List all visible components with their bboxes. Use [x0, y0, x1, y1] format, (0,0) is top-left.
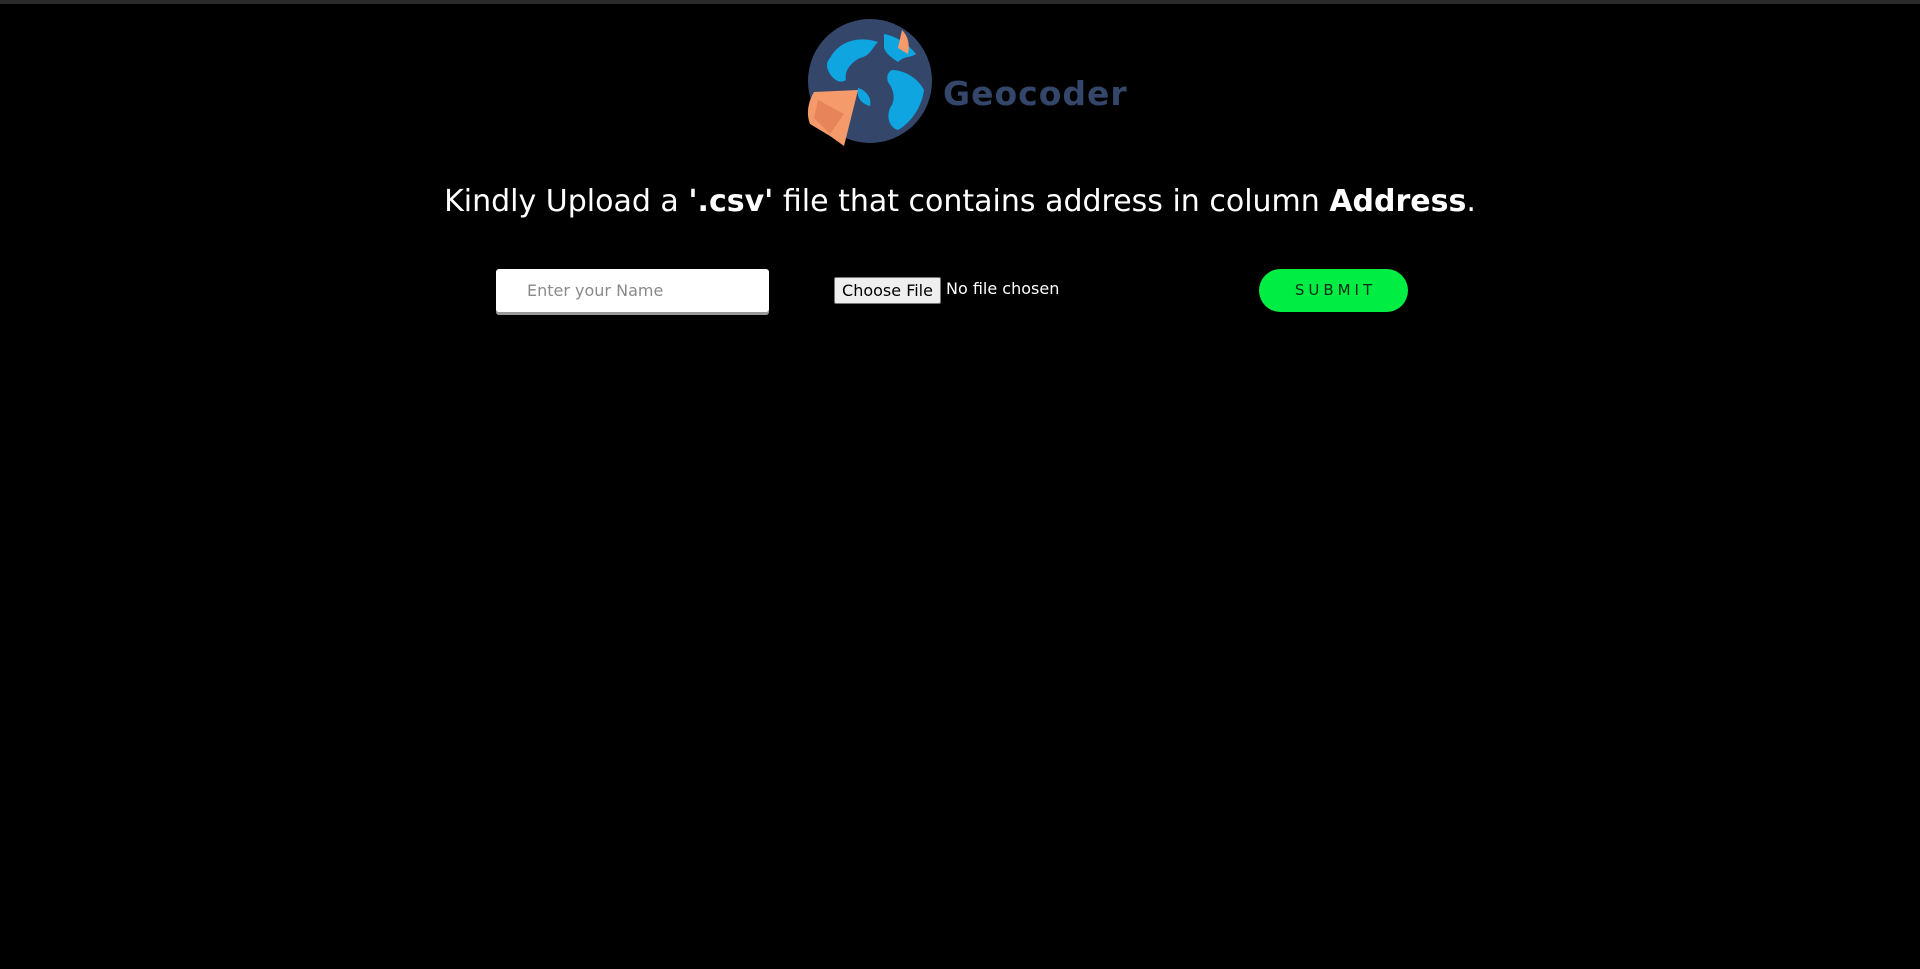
top-border [0, 0, 1920, 4]
headline-file-type: '.csv' [688, 184, 774, 219]
page-headline: Kindly Upload a '.csv' file that contain… [0, 184, 1920, 219]
headline-prefix: Kindly Upload a [444, 184, 689, 219]
headline-suffix: . [1466, 184, 1476, 219]
logo: Geocoder [800, 18, 1127, 148]
globe-with-marker-icon [807, 19, 932, 146]
submit-button[interactable]: SUBMIT [1259, 269, 1408, 312]
page: Geocoder Kindly Upload a '.csv' file tha… [0, 0, 1920, 969]
name-input[interactable] [496, 269, 769, 312]
headline-middle: file that contains address in column [773, 184, 1330, 219]
headline-column-name: Address [1329, 184, 1467, 219]
choose-file-button[interactable]: Choose File [834, 277, 941, 304]
file-status-text: No file chosen [946, 279, 1060, 298]
brand-name: Geocoder [943, 74, 1128, 113]
